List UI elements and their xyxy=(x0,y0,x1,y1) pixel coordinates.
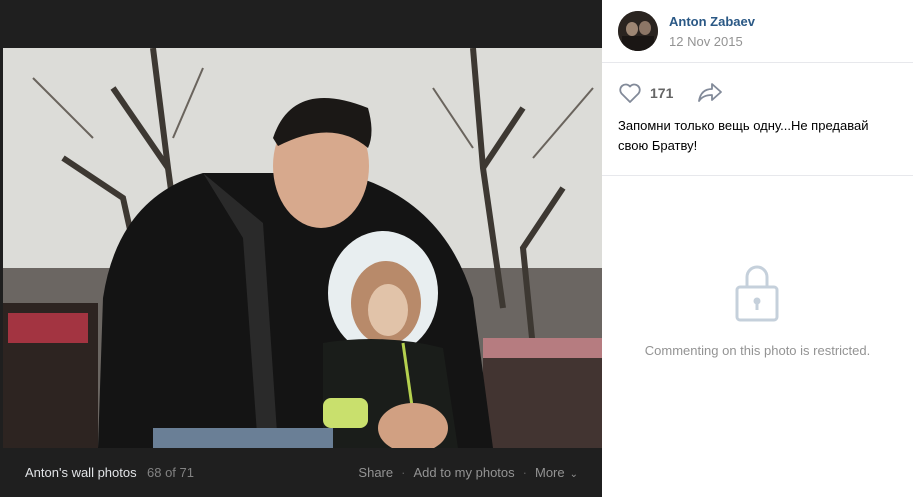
divider xyxy=(602,175,913,176)
album-title-link[interactable]: Anton's wall photos xyxy=(25,465,137,480)
more-menu-button[interactable]: More ⌄ xyxy=(535,465,578,480)
share-link[interactable]: Share xyxy=(358,465,393,480)
photo[interactable] xyxy=(3,48,602,448)
separator: · xyxy=(401,465,406,480)
side-panel: Anton Zabaev 12 Nov 2015 171 Запомни тол… xyxy=(602,0,913,497)
like-button[interactable]: 171 xyxy=(618,80,673,106)
photo-actions: Share · Add to my photos · More ⌄ xyxy=(358,465,578,480)
chevron-down-icon: ⌄ xyxy=(569,469,578,480)
photo-image xyxy=(3,48,602,448)
photo-caption: Запомни только вещь одну...Не предавай с… xyxy=(618,118,869,153)
avatar-image xyxy=(618,11,658,51)
photo-footer: Anton's wall photos 68 of 71 Share · Add… xyxy=(0,448,602,497)
share-arrow-icon[interactable] xyxy=(697,81,723,103)
lock-icon xyxy=(735,265,779,322)
avatar[interactable] xyxy=(618,11,658,51)
separator: · xyxy=(522,465,527,480)
post-date[interactable]: 12 Nov 2015 xyxy=(669,34,743,49)
heart-icon xyxy=(619,83,641,103)
comments-restricted-text: Commenting on this photo is restricted. xyxy=(644,343,871,358)
author-name-link[interactable]: Anton Zabaev xyxy=(669,14,755,29)
like-count: 171 xyxy=(650,85,674,101)
add-to-my-photos-link[interactable]: Add to my photos xyxy=(413,465,514,480)
more-label: More xyxy=(534,465,565,480)
photo-viewer: Anton's wall photos 68 of 71 Share · Add… xyxy=(0,0,602,497)
author-header: Anton Zabaev 12 Nov 2015 xyxy=(602,0,913,63)
photo-counter: 68 of 71 xyxy=(147,465,194,480)
